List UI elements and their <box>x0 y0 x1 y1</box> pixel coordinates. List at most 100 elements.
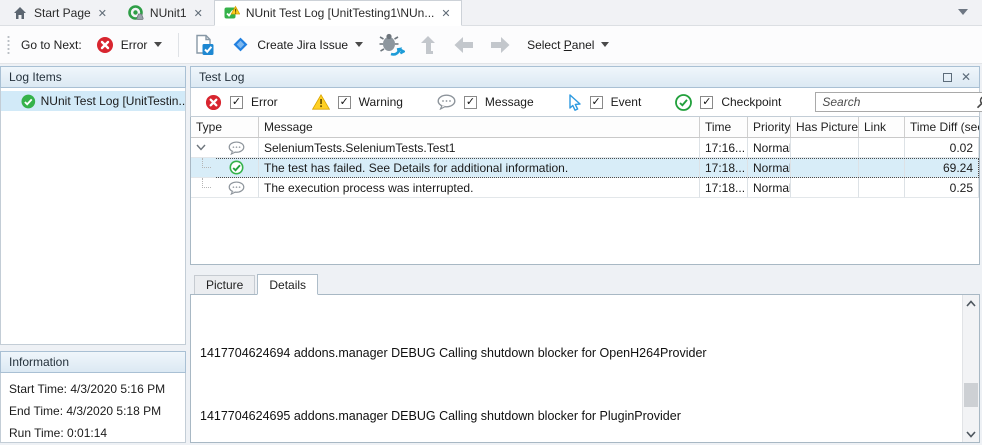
create-jira-issue-label: Create Jira Issue <box>257 38 348 52</box>
column-header-time-diff[interactable]: Time Diff (sec) <box>905 117 979 137</box>
filter-error-checkbox[interactable]: ✓ <box>230 96 243 109</box>
tab-list-dropdown-icon[interactable] <box>958 9 968 15</box>
application-window: Start Page ✕ NUnit1 ✕ NUnit Test Log [Un… <box>0 0 982 445</box>
export-log-button[interactable] <box>189 31 219 59</box>
panel-splitter[interactable] <box>190 265 980 273</box>
toolbar-grip-handle[interactable] <box>6 34 11 56</box>
tab-label: Start Page <box>34 6 91 20</box>
column-header-time[interactable]: Time <box>700 117 748 137</box>
filter-error: ✓ Error <box>205 94 278 111</box>
filter-event-label: Event <box>611 95 642 109</box>
tab-details-label: Details <box>269 278 306 292</box>
filter-checkpoint: ✓ Checkpoint <box>675 94 781 111</box>
run-time-text: Run Time: 0:01:14 <box>9 422 177 444</box>
tab-nunit1[interactable]: NUnit1 ✕ <box>118 1 214 25</box>
column-header-priority[interactable]: Priority <box>748 117 791 137</box>
post-bug-button[interactable] <box>375 30 409 60</box>
tab-label: NUnit Test Log [UnitTesting1\NUn... <box>246 6 435 20</box>
cell-time: 17:18... <box>700 158 748 178</box>
workspace: Log Items NUnit Test Log [UnitTestin... … <box>0 64 982 445</box>
scroll-up-icon[interactable] <box>963 295 979 312</box>
tab-close-icon[interactable]: ✕ <box>440 7 451 20</box>
chevron-down-icon <box>154 42 162 47</box>
goto-next-error-button[interactable]: Error <box>90 33 169 57</box>
log-toolbar: Go to Next: Error Create Jira Issue <box>0 26 982 64</box>
test-log-panel-header: Test Log ✕ <box>190 66 980 88</box>
message-bubble-icon <box>228 141 245 155</box>
table-empty-area <box>191 198 979 264</box>
search-input[interactable] <box>822 95 976 109</box>
filter-message-checkbox[interactable]: ✓ <box>464 96 477 109</box>
log-items-tree: NUnit Test Log [UnitTestin... <box>0 88 186 345</box>
tree-branch-line <box>202 158 211 168</box>
cell-time-diff: 69.24 <box>905 158 979 178</box>
up-arrow-icon <box>419 34 439 56</box>
scroll-down-icon[interactable] <box>963 425 979 442</box>
table-header-row: Type Message Time Priority Has Picture L… <box>191 117 979 138</box>
cell-priority: Normal <box>748 138 791 158</box>
column-header-type[interactable]: Type <box>191 117 259 137</box>
tab-details[interactable]: Details <box>257 274 318 295</box>
filter-bar: ✓ Error ✓ Warning <box>190 88 980 117</box>
details-scrollbar[interactable] <box>962 295 979 442</box>
left-arrow-icon <box>453 35 475 55</box>
tab-start-page[interactable]: Start Page ✕ <box>2 1 118 25</box>
search-icon[interactable] <box>976 95 982 109</box>
bug-jump-icon <box>379 33 405 57</box>
error-icon <box>96 36 114 54</box>
column-header-link[interactable]: Link <box>859 117 905 137</box>
cell-time-diff: 0.02 <box>905 138 979 158</box>
select-panel-label: Select Panel <box>527 38 594 52</box>
column-header-has-picture[interactable]: Has Picture <box>791 117 859 137</box>
test-log-panel: Test Log ✕ ✓ Error <box>190 66 980 443</box>
end-time-text: End Time: 4/3/2020 5:18 PM <box>9 400 177 422</box>
create-jira-issue-button[interactable]: Create Jira Issue <box>225 32 369 57</box>
tree-item-nunit-test-log[interactable]: NUnit Test Log [UnitTestin... <box>1 91 185 111</box>
scrollbar-thumb[interactable] <box>964 383 978 407</box>
close-panel-icon[interactable]: ✕ <box>961 71 971 83</box>
tab-picture[interactable]: Picture <box>194 275 255 294</box>
tab-close-icon[interactable]: ✕ <box>97 7 108 20</box>
go-parent-button[interactable] <box>415 31 443 59</box>
checkpoint-icon <box>21 94 36 109</box>
filter-warning-checkbox[interactable]: ✓ <box>338 96 351 109</box>
select-panel-button[interactable]: Select Panel <box>521 35 615 55</box>
cell-has-picture <box>791 158 859 178</box>
message-bubble-icon <box>228 181 245 195</box>
event-cursor-icon <box>568 94 582 111</box>
log-row-test1[interactable]: SeleniumTests.SeleniumTests.Test1 17:16.… <box>191 138 979 158</box>
log-row-execution-interrupted[interactable]: The execution process was interrupted. 1… <box>191 178 979 198</box>
filter-event-checkbox[interactable]: ✓ <box>590 96 603 109</box>
details-line: 1417704624695 addons.manager DEBUG Calli… <box>200 406 958 427</box>
right-arrow-icon <box>489 35 511 55</box>
cell-link <box>859 178 905 198</box>
expand-chevron-icon[interactable] <box>196 144 206 151</box>
information-panel-header: Information <box>0 351 186 373</box>
tree-branch-line <box>202 178 211 188</box>
tree-item-label: NUnit Test Log [UnitTestin... <box>41 94 185 108</box>
go-forward-button[interactable] <box>485 32 515 58</box>
cell-time: 17:16... <box>700 138 748 158</box>
filter-message: ✓ Message <box>437 94 534 110</box>
home-icon <box>12 5 28 21</box>
filter-checkpoint-checkbox[interactable]: ✓ <box>700 96 713 109</box>
goto-next-label: Go to Next: <box>19 38 84 52</box>
tab-nunit-test-log[interactable]: NUnit Test Log [UnitTesting1\NUn... ✕ <box>214 0 462 26</box>
details-line: 1417704624694 addons.manager DEBUG Calli… <box>200 343 958 364</box>
log-row-test-failed[interactable]: The test has failed. See Details for add… <box>191 158 979 178</box>
test-log-status-icon <box>224 5 240 21</box>
cell-priority: Normal <box>748 158 791 178</box>
detail-tabs: Picture Details <box>190 273 980 294</box>
go-back-button[interactable] <box>449 32 479 58</box>
document-tab-bar: Start Page ✕ NUnit1 ✕ NUnit Test Log [Un… <box>0 0 982 26</box>
tab-close-icon[interactable]: ✕ <box>193 7 204 20</box>
column-header-message[interactable]: Message <box>259 117 700 137</box>
information-panel: Information Start Time: 4/3/2020 5:16 PM… <box>0 351 186 443</box>
test-log-title: Test Log <box>199 70 943 84</box>
maximize-panel-icon[interactable] <box>943 73 952 82</box>
details-log-text: 1417704624694 addons.manager DEBUG Calli… <box>191 295 962 442</box>
information-body: Start Time: 4/3/2020 5:16 PM End Time: 4… <box>0 373 186 443</box>
checkpoint-icon <box>675 94 692 111</box>
cell-message: SeleniumTests.SeleniumTests.Test1 <box>259 138 700 158</box>
jira-icon <box>231 35 250 54</box>
